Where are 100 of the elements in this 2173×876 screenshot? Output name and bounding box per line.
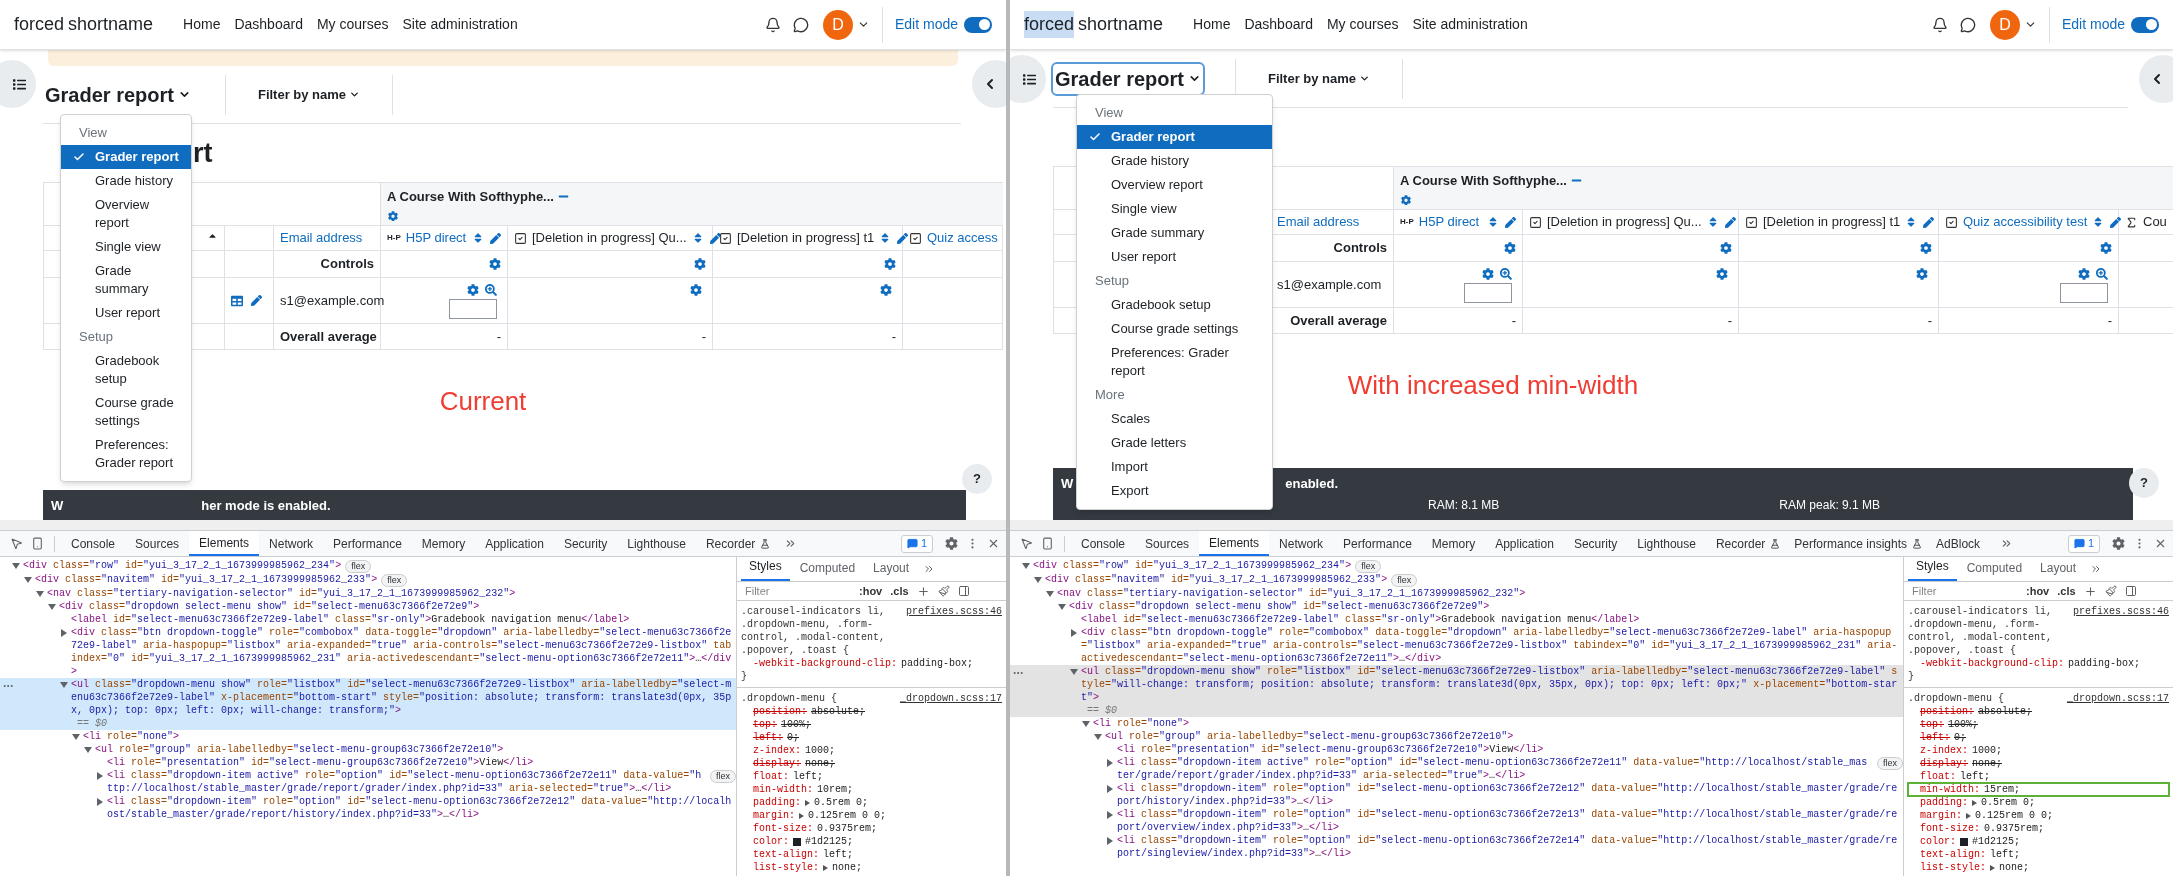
devtools-tab[interactable]: Sources [1135, 531, 1200, 556]
menu-item[interactable]: Course grade settings [1077, 317, 1272, 341]
edit-icon[interactable] [2110, 216, 2122, 228]
menu-item[interactable]: User report [1077, 245, 1272, 269]
menu-item[interactable]: Gradebook setup [1077, 293, 1272, 317]
nav-link[interactable]: My courses [1326, 14, 1399, 35]
layout-badge[interactable]: flex [1877, 757, 1903, 770]
column-header-link[interactable]: Quiz access [927, 228, 998, 248]
settings-icon[interactable] [1920, 242, 1932, 254]
rule-source-link[interactable]: _dropdown.scss:17 [899, 692, 1002, 705]
css-value[interactable]: 0.5rem 0; [814, 796, 869, 809]
menu-item[interactable]: Grade summary [61, 259, 191, 301]
menu-item[interactable]: Course grade settings [61, 391, 191, 433]
dom-node-code[interactable]: <li class="dropdown-item" role="option" id="select-menu-option63c7366f2e72e12" data-value="http://localhost/stable_master/grade/report/history/index.php?id=33">…</li> [1117, 782, 1903, 808]
css-value[interactable]: padding-box; [2068, 657, 2141, 670]
devtools-tab[interactable]: Security [1563, 531, 1628, 556]
add-rule-icon[interactable] [2083, 584, 2097, 598]
settings-icon[interactable] [467, 284, 479, 296]
devtools-tab[interactable]: Memory [411, 531, 476, 556]
css-property[interactable]: padding: [1920, 796, 1968, 809]
css-value[interactable]: 1000; [1972, 744, 2003, 757]
expand-arrow-icon[interactable] [60, 629, 68, 637]
nav-link[interactable]: Site administration [1412, 14, 1528, 35]
css-property[interactable]: z-index: [1920, 744, 1968, 757]
expand-arrow-icon[interactable] [12, 562, 20, 570]
expand-arrow-icon[interactable] [84, 746, 92, 754]
issues-count[interactable]: 1 [2087, 535, 2094, 552]
class-toggle[interactable]: .cls [2057, 582, 2076, 600]
report-selector[interactable]: Grader report [1053, 63, 1203, 94]
nav-link[interactable]: My courses [316, 14, 389, 35]
expand-arrow-icon[interactable] [805, 799, 810, 806]
nav-link[interactable]: Home [1193, 14, 1231, 35]
sort-icon[interactable] [472, 232, 484, 244]
dom-node-code[interactable]: <nav class="tertiary-navigation-selector" id="yui_3_17_2_1_1673999985962_232"> [1057, 587, 1526, 600]
site-name[interactable]: shortname [1078, 11, 1164, 38]
expand-arrow-icon[interactable] [1990, 864, 1995, 871]
expand-arrow-icon[interactable] [1972, 799, 1977, 806]
sidebar-toggle-button[interactable] [1010, 55, 1046, 103]
filter-dropdown[interactable]: Filter by name [225, 84, 393, 105]
drawer-toggle-button[interactable] [2139, 55, 2173, 103]
dom-node-code[interactable]: <li role="presentation" id="select-menu-group63c7366f2e72e10">View</li> [1117, 743, 1544, 756]
rule-source-link[interactable]: prefixes.scss:46 [906, 605, 1002, 618]
settings-icon[interactable] [489, 258, 501, 270]
sidebar-toggle-button[interactable] [0, 60, 36, 108]
css-property[interactable]: -webkit-background-clip: [753, 657, 898, 670]
expand-arrow-icon[interactable] [72, 733, 80, 741]
dom-node-code[interactable]: <li class="dropdown-item" role="option" id="select-menu-option63c7366f2e72e13" data-value="http://localhost/stable_master/grade/report/overview/index.php?id=33">…</li> [1117, 808, 1903, 834]
nav-link[interactable]: Dashboard [234, 14, 303, 35]
css-value[interactable]: absolute; [1978, 705, 2033, 718]
message-icon[interactable] [906, 538, 918, 549]
close-icon[interactable] [2154, 537, 2167, 550]
css-value[interactable]: left; [1990, 848, 2021, 861]
css-property[interactable]: list-style: [753, 861, 819, 874]
color-swatch[interactable] [793, 837, 801, 846]
color-swatch[interactable] [1960, 837, 1968, 846]
css-property[interactable]: top: [753, 718, 777, 731]
dom-node-code[interactable]: <div class="btn dropdown-toggle" role="combobox" data-toggle="dropdown" aria-labelledby="select-menu63c7366f2e72e9-label" aria-haspopup="listbox" aria-expanded="true" aria-controls="select-menu63c7366f2e72e9-listbox" tabindex="0" id="yui_3_17_2_1_1673999985962_231" aria-activedescendant="select-menu-option63c7366f2e72e11">…</div> [71, 626, 736, 678]
column-header-link[interactable]: Quiz accessibility test [1963, 212, 2088, 232]
grade-input-field[interactable] [449, 299, 497, 319]
settings-icon[interactable] [694, 258, 706, 270]
expand-arrow-icon[interactable] [1082, 720, 1090, 728]
css-value[interactable]: left; [793, 770, 824, 783]
devtools-tab[interactable]: Lighthouse [617, 531, 696, 556]
devtools-tab[interactable]: Application [475, 531, 554, 556]
css-property[interactable]: color: [1920, 835, 1956, 848]
css-value[interactable]: 0.125rem 0 0; [808, 809, 887, 822]
css-value[interactable]: 0.9375rem; [1984, 822, 2045, 835]
grade-input-field[interactable] [1464, 283, 1512, 303]
devtools-tab[interactable]: Performance [1333, 531, 1422, 556]
settings-icon[interactable] [1400, 194, 1412, 205]
expand-arrow-icon[interactable] [1106, 811, 1114, 819]
css-value[interactable]: 0.5rem 0; [1981, 796, 2036, 809]
expand-arrow-icon[interactable] [36, 590, 44, 598]
nav-link[interactable]: Dashboard [1244, 14, 1313, 35]
dom-node-code[interactable]: <div class="btn dropdown-toggle" role="combobox" data-toggle="dropdown" aria-labelledby="select-menu63c7366f2e72e9-label" aria-haspopup="listbox" aria-expanded="true" aria-controls="select-menu63c7366f2e72e9-listbox" tabindex="0" id="yui_3_17_2_1_1673999985962_231" aria-activedescendant="select-menu-option63c7366f2e72e11">…</div> [1081, 626, 1903, 665]
dom-node-code[interactable]: <ul role="group" aria-labelledby="select-menu-group63c7366f2e72e10"> [1105, 730, 1514, 743]
dom-node-code[interactable]: <li role="presentation" id="select-menu-group63c7366f2e72e10">View</li> [107, 756, 534, 769]
site-name[interactable]: forced [14, 11, 65, 38]
menu-item[interactable]: Scales [1077, 407, 1272, 431]
settings-icon[interactable] [1720, 242, 1732, 254]
css-property[interactable]: margin: [753, 809, 795, 822]
dom-node-code[interactable]: <div class="dropdown select-menu show" id="select-menu63c7366f2e72e9"> [59, 600, 480, 613]
expand-arrow-icon[interactable] [60, 681, 68, 689]
dom-node-code[interactable]: <ul class="dropdown-menu show" role="listbox" id="select-menu63c7366f2e72e9-listbox" aria-labelledby="select-menu63c7366f2e72e9-label" style="will-change: transform; position: absolute; transform: translate3d(0px, 35px, 0px); top: 0px; left: 0px;" x-placement="bottom-start"> [1081, 665, 1903, 704]
horizontal-scrollbar[interactable] [1010, 520, 2173, 530]
edit-icon[interactable] [897, 232, 909, 244]
devtools-tab[interactable]: Performance [323, 531, 412, 556]
devtools-tab[interactable]: Recorder [1705, 531, 1776, 556]
dom-node-code[interactable]: <div class="navitem" id="yui_3_17_2_1_1673999985962_233"> [1045, 573, 1388, 586]
styles-tab[interactable]: Layout [2032, 559, 2085, 581]
css-property[interactable]: display: [753, 757, 801, 770]
site-name[interactable]: forced [1024, 11, 1075, 38]
expand-arrow-icon[interactable] [1106, 759, 1114, 767]
chat-bubble-icon[interactable] [792, 16, 809, 33]
css-value[interactable]: none; [1972, 757, 2003, 770]
rule-source-link[interactable]: _dropdown.scss:17 [2066, 692, 2169, 705]
css-property[interactable]: z-index: [753, 744, 801, 757]
inspect-element-icon[interactable] [1020, 537, 1033, 550]
devtools-tab[interactable]: Console [1071, 531, 1136, 556]
menu-item[interactable]: User report [61, 301, 191, 325]
